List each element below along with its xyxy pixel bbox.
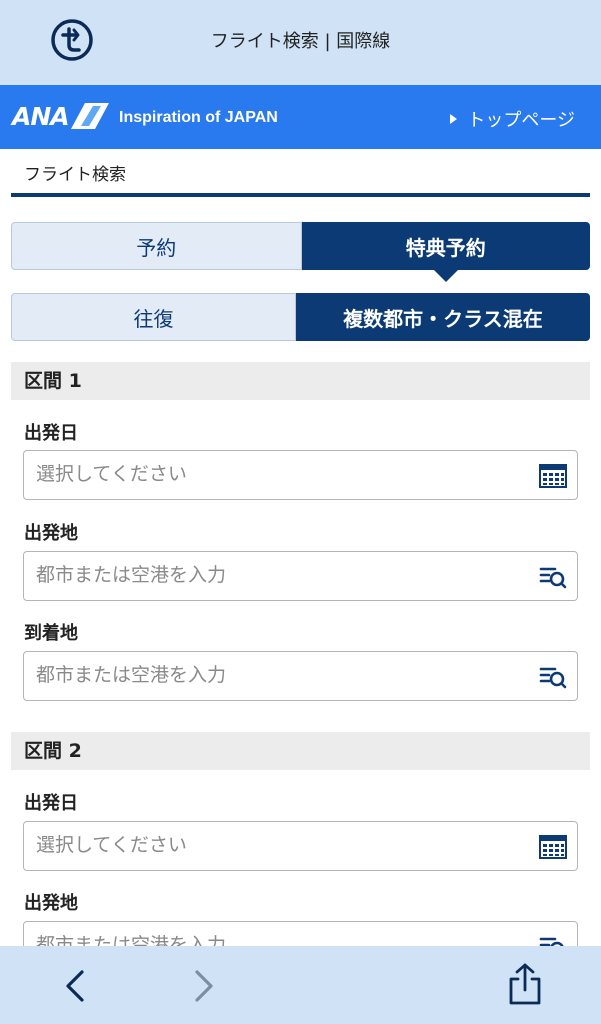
segment-2-date-input[interactable]: 選択してください xyxy=(23,821,578,871)
tab-round-trip[interactable]: 往復 xyxy=(11,293,296,341)
segment-1-header: 区間 1 xyxy=(11,362,590,400)
calendar-icon[interactable] xyxy=(539,463,567,489)
tab-reservation-label: 予約 xyxy=(136,235,177,260)
segment-1-destination-placeholder: 都市または空港を入力 xyxy=(36,664,227,686)
segment-1-origin-input[interactable]: 都市または空港を入力 xyxy=(23,551,578,601)
trip-type-toggle: 往復 複数都市・クラス混在 xyxy=(11,293,590,341)
top-page-link-label: トップページ xyxy=(467,110,575,131)
segment-1-destination-label: 到着地 xyxy=(24,623,78,644)
segment-1-date-placeholder: 選択してください xyxy=(36,463,187,485)
segment-1-date-label: 出発日 xyxy=(24,423,78,444)
segment-2-date-label: 出発日 xyxy=(24,793,78,814)
segment-2-origin-label: 出発地 xyxy=(24,893,78,914)
ana-logo[interactable]: ANA xyxy=(12,101,111,131)
top-page-link[interactable]: トップページ xyxy=(450,106,575,132)
triangle-right-icon xyxy=(450,114,458,124)
list-search-icon[interactable] xyxy=(539,664,567,690)
breadcrumb-divider xyxy=(11,193,590,197)
segment-2-header: 区間 2 xyxy=(11,732,590,770)
booking-type-toggle: 予約 特典予約 xyxy=(11,222,590,282)
segment-1-date-input[interactable]: 選択してください xyxy=(23,450,578,500)
share-icon[interactable] xyxy=(505,962,545,1006)
tab-award-reservation[interactable]: 特典予約 xyxy=(301,222,590,282)
segment-2-date-placeholder: 選択してください xyxy=(36,834,187,856)
segment-1-destination-input[interactable]: 都市または空港を入力 xyxy=(23,651,578,701)
tab-multi-city[interactable]: 複数都市・クラス混在 xyxy=(296,293,590,341)
tab-round-trip-label: 往復 xyxy=(133,306,174,331)
segment-1-origin-placeholder: 都市または空港を入力 xyxy=(36,564,227,586)
ana-logo-stripes-icon xyxy=(70,103,109,129)
breadcrumb: フライト検索 xyxy=(24,165,126,185)
segment-1-origin-label: 出発地 xyxy=(24,523,78,544)
tab-multi-city-label: 複数都市・クラス混在 xyxy=(343,306,543,331)
browser-page-title: フライト検索 | 国際線 xyxy=(210,31,391,52)
ana-logo-text: ANA xyxy=(12,101,70,131)
header-tagline: Inspiration of JAPAN xyxy=(119,109,278,126)
chevron-left-icon[interactable] xyxy=(60,968,90,1004)
chevron-right-icon[interactable] xyxy=(189,968,219,1004)
tab-reservation[interactable]: 予約 xyxy=(11,222,302,270)
calendar-icon[interactable] xyxy=(539,834,567,860)
selected-caret-icon xyxy=(433,270,458,282)
tab-award-reservation-label: 特典予約 xyxy=(405,235,486,260)
list-search-icon[interactable] xyxy=(539,564,567,590)
